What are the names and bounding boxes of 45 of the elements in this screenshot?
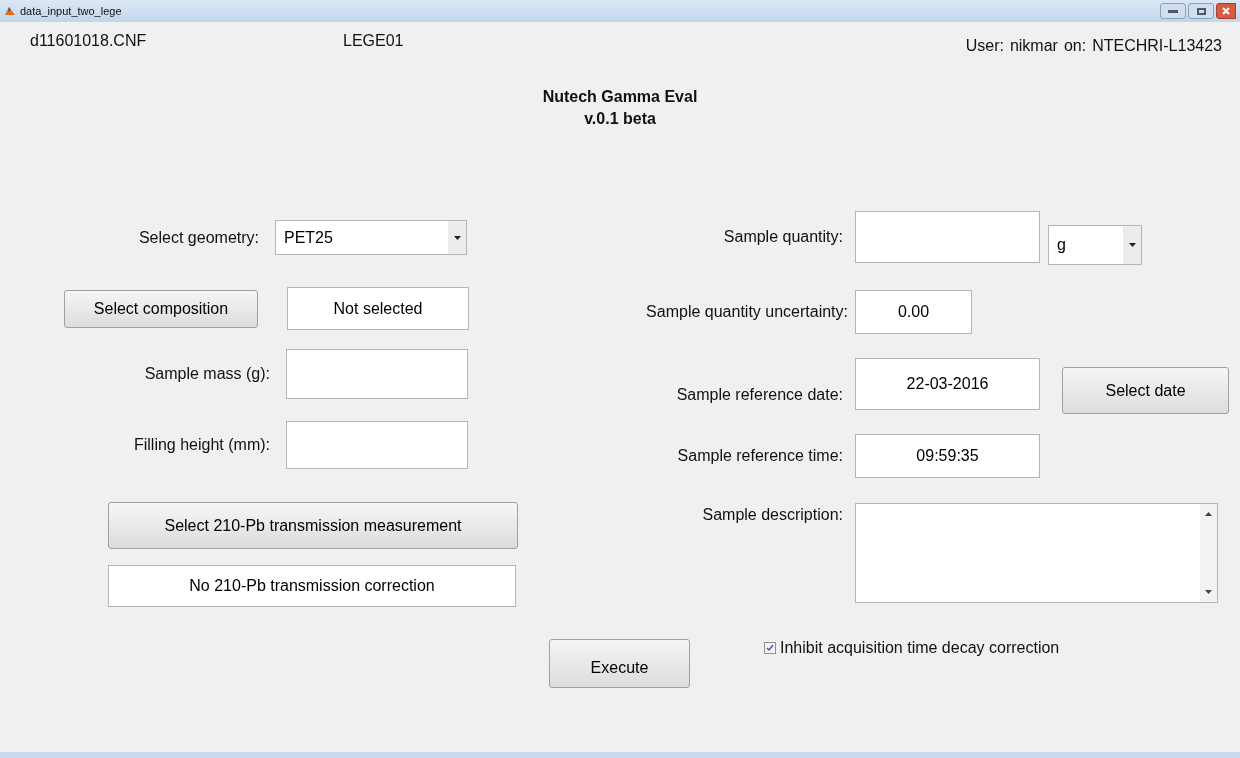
close-icon (1222, 7, 1230, 15)
app-title: Nutech Gamma Eval (542, 87, 698, 107)
field-label: Select geometry: (138, 227, 259, 248)
field-label: Filling height (mm): (133, 435, 270, 455)
dropdown[interactable]: g (1048, 225, 1142, 265)
select-transmission-button[interactable]: Select 210-Pb transmission measurement (108, 502, 518, 549)
dropdown[interactable]: PET25 (275, 220, 467, 255)
input-field[interactable]: 09:59:35 (855, 434, 1040, 478)
detector-name: LEGE01 (343, 31, 404, 51)
scrollbar[interactable] (1200, 504, 1217, 602)
host-label: on: (1063, 36, 1087, 56)
scroll-down-icon (1205, 590, 1212, 594)
description-field[interactable] (855, 503, 1218, 603)
caret-icon (1128, 243, 1136, 247)
field-label: Sample mass (g): (144, 364, 270, 384)
input-field[interactable] (286, 349, 468, 399)
select-date-button[interactable]: Select date (1062, 367, 1229, 414)
user-label: User: (965, 36, 1004, 56)
transmission-display: No 210-Pb transmission correction (108, 565, 516, 607)
input-field[interactable]: 0.00 (855, 290, 972, 334)
field-label: Sample description: (702, 505, 843, 525)
check-icon (766, 644, 774, 652)
input-field[interactable] (855, 211, 1040, 263)
minimize-button[interactable] (1160, 3, 1186, 19)
select-composition-button[interactable]: Select composition (64, 289, 258, 328)
app-icon (4, 5, 16, 17)
caret-icon (453, 235, 461, 240)
execute-button[interactable]: Execute (549, 639, 690, 688)
field-label: Sample reference date: (676, 385, 843, 405)
scroll-up-icon (1205, 512, 1212, 516)
field-label: Sample reference time: (677, 446, 843, 466)
checkbox[interactable] (764, 642, 776, 654)
close-button[interactable] (1216, 3, 1236, 19)
window-title: data_input_two_lege (20, 3, 122, 19)
checkbox-label: Inhibit acquisition time decay correction (780, 638, 1060, 658)
input-field[interactable]: 22-03-2016 (855, 358, 1040, 410)
input-field[interactable] (286, 421, 468, 469)
field-label: Sample quantity uncertainty: (646, 302, 848, 322)
maximize-button[interactable] (1188, 3, 1214, 19)
user-name: nikmar (1009, 36, 1058, 56)
host-name: NTECHRI-L13423 (1092, 36, 1222, 56)
app-title: v.0.1 beta (584, 109, 656, 129)
composition-display: Not selected (287, 287, 469, 330)
file-name: d11601018.CNF (30, 31, 148, 51)
field-label: Sample quantity: (723, 227, 843, 247)
